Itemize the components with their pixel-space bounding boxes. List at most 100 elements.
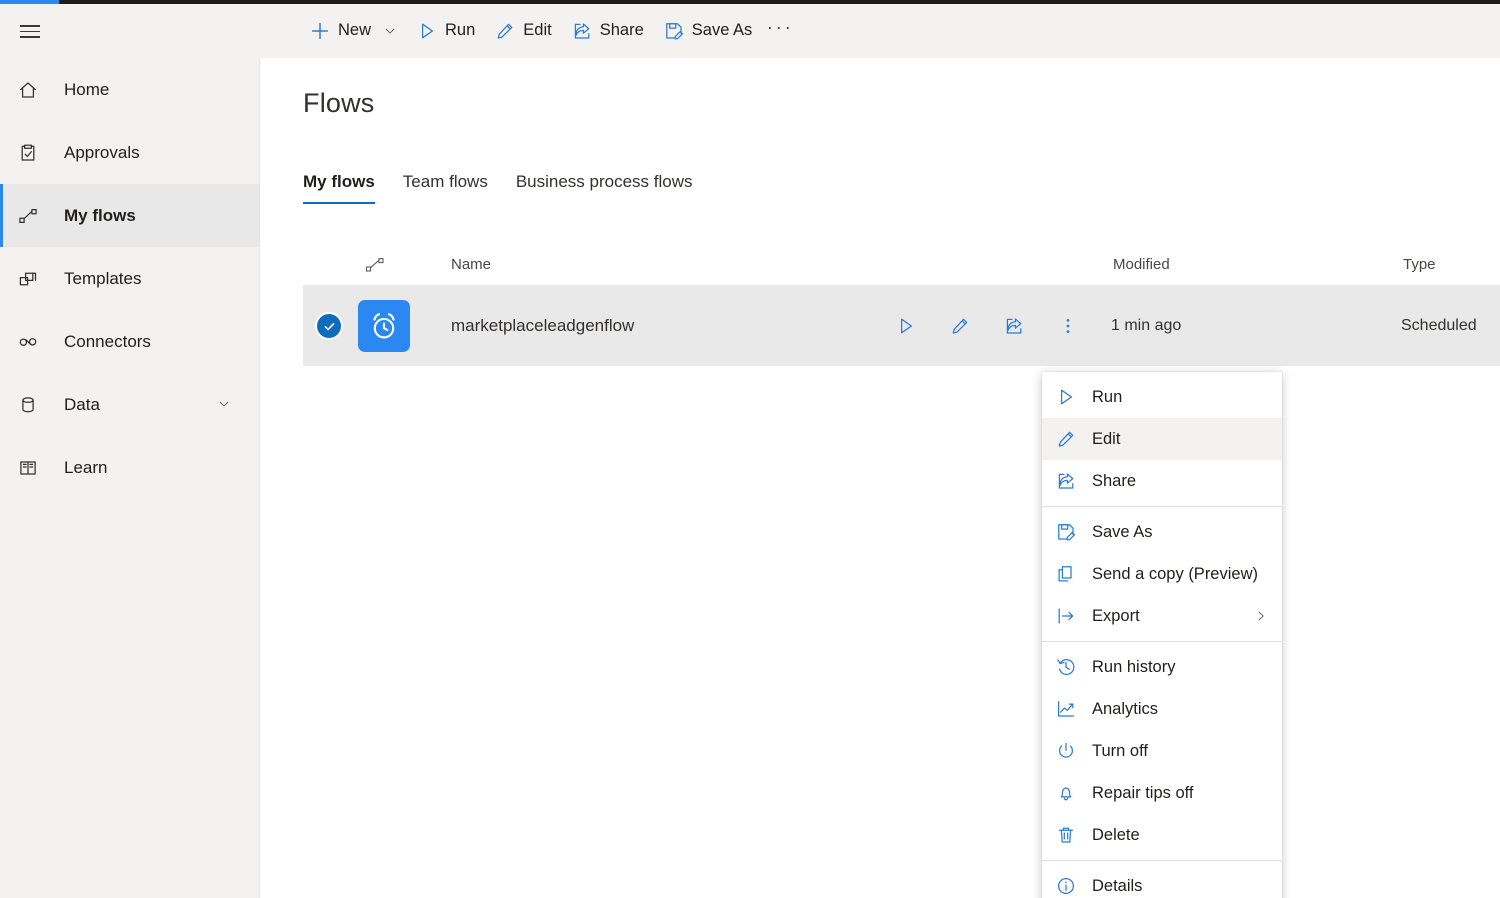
menu-item-label: Save As [1092,523,1153,542]
flow-icon [365,255,385,275]
alarm-clock-icon [358,300,410,352]
copy-icon [1056,564,1076,584]
hamburger-menu-button[interactable] [16,17,44,45]
clipboard-check-icon [14,139,42,167]
database-icon [14,391,42,419]
main-content: Flows My flowsTeam flowsBusiness process… [261,58,1500,898]
share-icon [572,21,592,41]
table-header-row: Name Modified Type [303,244,1500,286]
sidebar-item-label: My flows [64,207,136,224]
command-overflow-button[interactable]: ··· [762,11,798,51]
column-header-type[interactable]: Type [1403,256,1436,273]
sidebar-item-approvals[interactable]: Approvals [0,121,259,184]
sidebar-item-label: Connectors [64,333,151,350]
menu-item-label: Turn off [1092,742,1148,761]
tab-team-flows[interactable]: Team flows [389,172,502,204]
tab-business-process-flows[interactable]: Business process flows [502,172,707,204]
sidebar-item-home[interactable]: Home [0,58,259,121]
command-edit-button[interactable]: Edit [485,11,561,51]
menu-item-turn-off[interactable]: Turn off [1042,730,1282,772]
flows-tab-list: My flowsTeam flowsBusiness process flows [303,172,707,204]
command-share-button[interactable]: Share [562,11,654,51]
sidebar-item-connectors[interactable]: Connectors [0,310,259,373]
menu-divider [1042,860,1282,861]
info-icon [1056,876,1076,896]
chevron-right-icon[interactable] [1254,609,1268,623]
pencil-icon [495,21,515,41]
menu-item-details[interactable]: Details [1042,865,1282,898]
sidebar-item-label: Templates [64,270,141,287]
menu-item-label: Export [1092,607,1140,626]
row-checkbox[interactable] [317,314,341,338]
menu-item-delete[interactable]: Delete [1042,814,1282,856]
menu-item-share[interactable]: Share [1042,460,1282,502]
menu-item-label: Edit [1092,430,1120,449]
menu-item-label: Analytics [1092,700,1158,719]
tab-my-flows[interactable]: My flows [303,172,389,204]
menu-item-analytics[interactable]: Analytics [1042,688,1282,730]
menu-item-export[interactable]: Export [1042,595,1282,637]
column-header-name[interactable]: Name [451,256,491,273]
column-header-modified[interactable]: Modified [1113,256,1170,273]
row-action-edit[interactable] [947,313,973,339]
row-type-value: Scheduled [1401,317,1477,335]
hamburger-line [20,25,40,27]
sidebar-item-templates[interactable]: Templates [0,247,259,310]
command-run-button[interactable]: Run [407,11,485,51]
play-icon [417,21,437,41]
row-action-more-commands[interactable] [1055,313,1081,339]
sidebar-navigation: Home Approvals My flows Templates Connectors… [0,58,260,898]
menu-item-repair-tips-off[interactable]: Repair tips off [1042,772,1282,814]
table-row[interactable]: marketplaceleadgenflow 1 min ago Scheduled [303,286,1500,366]
row-action-share[interactable] [1001,313,1027,339]
sidebar-item-list: Home Approvals My flows Templates Connectors… [0,58,259,499]
menu-item-send-a-copy-preview[interactable]: Send a copy (Preview) [1042,553,1282,595]
command-label: Save As [692,22,753,40]
menu-item-label: Repair tips off [1092,784,1194,803]
sidebar-item-my-flows[interactable]: My flows [0,184,259,247]
flow-name-link[interactable]: marketplaceleadgenflow [451,316,634,336]
trash-icon [1056,825,1076,845]
row-modified-value: 1 min ago [1111,317,1181,335]
sidebar-item-label: Data [64,396,100,413]
sidebar-item-label: Learn [64,459,107,476]
menu-item-save-as[interactable]: Save As [1042,511,1282,553]
table-body: marketplaceleadgenflow 1 min ago Scheduled [303,286,1500,366]
check-icon [317,314,341,338]
menu-item-label: Run [1092,388,1122,407]
command-label: Run [445,22,475,40]
menu-item-run-history[interactable]: Run history [1042,646,1282,688]
sidebar-item-data[interactable]: Data [0,373,259,436]
menu-item-label: Delete [1092,826,1140,845]
row-action-run[interactable] [893,313,919,339]
command-label: Share [600,22,644,40]
command-new-button[interactable]: New [300,11,407,51]
command-save-as-button[interactable]: Save As [654,11,763,51]
save-as-icon [664,21,684,41]
chevron-down-icon[interactable] [217,397,233,413]
menu-item-run[interactable]: Run [1042,376,1282,418]
analytics-icon [1056,699,1076,719]
connectors-icon [14,328,42,356]
flows-table: Name Modified Type marketplaceleadgenflo… [303,244,1500,366]
templates-icon [14,265,42,293]
sidebar-item-learn[interactable]: Learn [0,436,259,499]
menu-item-label: Details [1092,877,1142,896]
chevron-down-icon[interactable] [383,24,397,38]
sidebar-item-label: Home [64,81,109,98]
power-icon [1056,741,1076,761]
export-icon [1056,606,1076,626]
save-as-icon [1056,522,1076,542]
flow-context-menu: Run Edit Share Save As Send a copy (Preview)… [1042,372,1282,898]
menu-item-label: Share [1092,472,1136,491]
command-bar-items: New Run Edit Share Save As ··· [300,4,798,58]
play-icon [1056,387,1076,407]
page-title: Flows [303,88,375,119]
menu-divider [1042,506,1282,507]
menu-item-label: Run history [1092,658,1175,677]
power-automate-app: New Run Edit Share Save As ··· Home Approvals M… [0,0,1500,898]
share-icon [1056,471,1076,491]
history-icon [1056,657,1076,677]
command-label: New [338,22,371,40]
menu-item-edit[interactable]: Edit [1042,418,1282,460]
